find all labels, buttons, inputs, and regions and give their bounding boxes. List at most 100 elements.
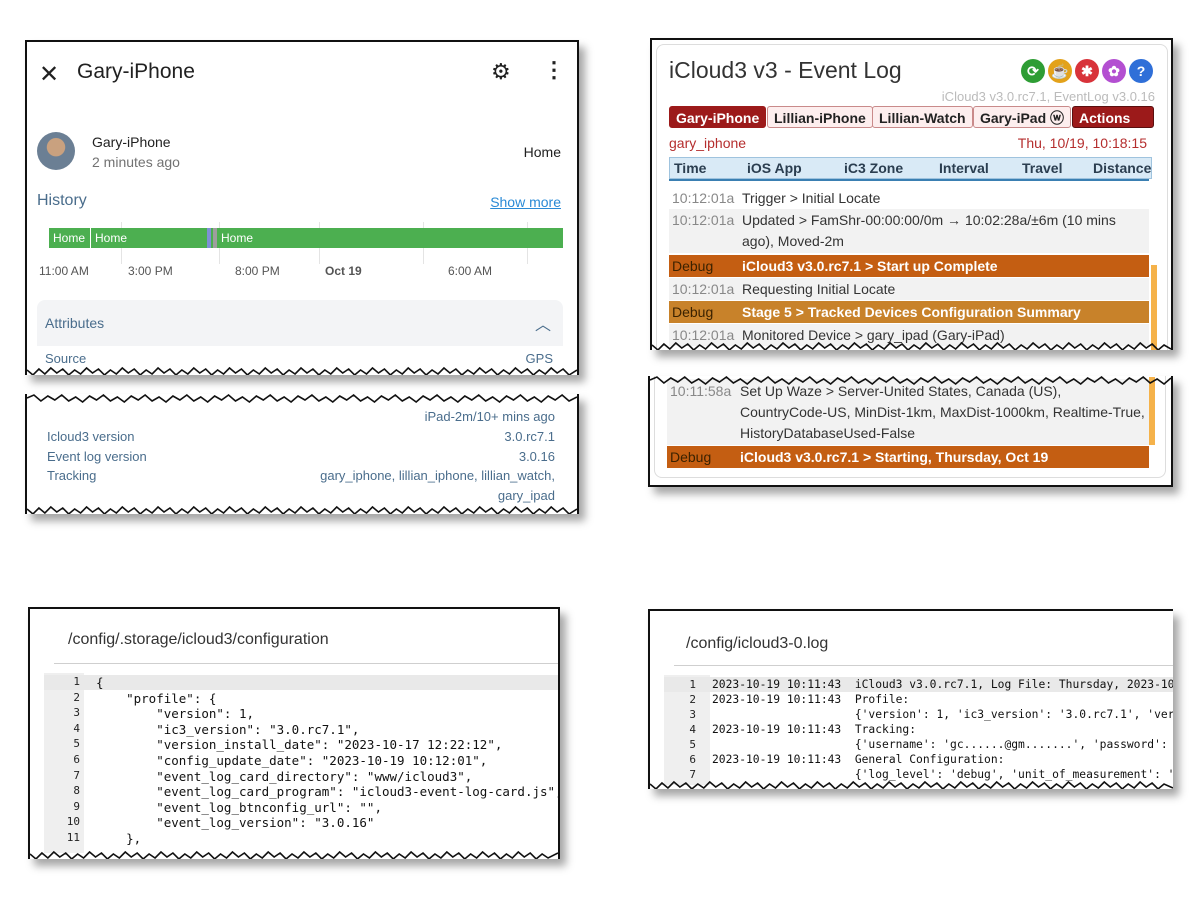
ha-attributes-continued: iPad-2m/10+ mins ago Icloud3 version 3.0… <box>25 394 579 514</box>
line-number: 5 <box>73 737 80 751</box>
event-table-header: Time iOS App iC3 Zone Interval Travel Di… <box>669 157 1152 179</box>
code-line[interactable]: "event_log_card_program": "icloud3-event… <box>96 784 558 799</box>
code-line[interactable]: "version_install_date": "2023-10-17 12:2… <box>96 737 502 752</box>
code-line[interactable]: 2023-10-19 10:11:43 Profile: <box>712 693 909 706</box>
history-timeline-bar[interactable]: Home Home Home <box>49 228 563 248</box>
timeline-segment-home[interactable]: Home <box>217 228 563 248</box>
code-line[interactable]: "event_log_btnconfig_url": "", <box>96 800 382 815</box>
code-line[interactable]: "event_log_card_directory": "www/icloud3… <box>96 769 472 784</box>
selected-device-name: gary_iphone <box>669 135 747 151</box>
line-number: 4 <box>73 721 80 735</box>
line-number: 7 <box>73 768 80 782</box>
column-header: iOS App <box>747 160 802 176</box>
line-number: 10 <box>66 815 80 829</box>
refresh-icon[interactable]: ⟳ <box>1021 59 1045 83</box>
scrollbar[interactable] <box>1149 377 1155 445</box>
event-log-card: 10:11:58a Set Up Waze > Server-United St… <box>654 376 1166 478</box>
table-row: Debug Stage 5 > Tracked Devices Configur… <box>669 301 1149 323</box>
attribute-value: 3.0.16 <box>518 449 555 464</box>
line-number: 4 <box>689 723 696 736</box>
timeline-segment-home[interactable]: Home <box>91 228 207 248</box>
event-time: Debug <box>672 258 714 274</box>
code-line[interactable]: {'username': 'gc......@gm.......', 'pass… <box>712 738 1173 751</box>
gear-icon[interactable]: ⚙ <box>491 59 511 85</box>
torn-edge <box>652 341 1171 350</box>
device-button-lillian-iphone[interactable]: Lillian-iPhone <box>767 106 873 128</box>
coffee-icon[interactable]: ☕ <box>1048 59 1072 83</box>
icloud3-event-log-card: iCloud3 v3 - Event Log ⟳ ☕ ✱ ✿ ? iCloud3… <box>650 38 1173 350</box>
line-number: 5 <box>689 738 696 751</box>
code-line[interactable]: "event_log_version": "3.0.16" <box>96 815 374 830</box>
actions-dropdown[interactable]: Actions ▼ <box>1072 106 1154 148</box>
timeline-tick: 6:00 AM <box>448 264 493 278</box>
event-time: 10:12:01a <box>672 212 735 228</box>
torn-edge <box>30 850 558 859</box>
device-button-gary-iphone[interactable]: Gary-iPhone <box>669 106 767 128</box>
attribute-label: Icloud3 version <box>47 429 135 444</box>
ha-more-info-dialog: ✕ Gary-iPhone ⚙ ⋮ Gary-iPhone 2 minutes … <box>25 40 579 375</box>
selected-device-time: Thu, 10/19, 10:18:15 <box>1017 135 1147 151</box>
event-message: iCloud3 v3.0.rc7.1 > Starting, Thursday,… <box>740 449 1049 465</box>
show-more-link[interactable]: Show more <box>490 194 561 210</box>
attribute-label: Event log version <box>47 449 147 464</box>
line-number: 6 <box>73 753 80 766</box>
event-message: Updated > FamShr-00:00:00/0m → 10:02:28a… <box>742 212 1116 249</box>
line-number: 8 <box>73 784 80 798</box>
device-button-lillian-watch[interactable]: Lillian-Watch <box>872 106 973 128</box>
code-line[interactable]: 2023-10-19 10:11:43 General Configuratio… <box>712 753 1004 766</box>
column-header: Distance <box>1093 160 1152 176</box>
close-icon[interactable]: ✕ <box>39 60 59 89</box>
table-row: 10:12:01a Updated > FamShr-00:00:00/0m →… <box>669 209 1149 253</box>
device-button-gary-ipad[interactable]: Gary-iPad ⓦ <box>973 106 1072 128</box>
timeline-segment-home[interactable]: Home <box>49 228 91 248</box>
more-vert-icon[interactable]: ⋮ <box>543 57 565 83</box>
code-line[interactable]: "profile": { <box>96 691 216 706</box>
code-line[interactable]: 2023-10-19 10:11:43 iCloud3 v3.0.rc7.1, … <box>712 678 1173 691</box>
code-line[interactable]: "config_update_date": "2023-10-19 10:12:… <box>96 753 487 768</box>
bug-icon[interactable]: ✱ <box>1075 59 1099 83</box>
chevron-up-icon[interactable]: ︿ <box>535 311 551 335</box>
log-file-editor: /config/icloud3-0.log 1 2023-10-19 10:11:… <box>648 609 1173 789</box>
scrollbar[interactable] <box>1151 265 1157 350</box>
settings-icon[interactable]: ✿ <box>1102 59 1126 83</box>
code-line[interactable]: "ic3_version": "3.0.rc7.1", <box>96 722 359 737</box>
event-time: 10:12:01a <box>672 281 735 297</box>
divider <box>674 665 1173 666</box>
torn-edge <box>27 366 577 375</box>
code-line[interactable]: { <box>96 675 104 690</box>
code-line[interactable]: 2023-10-19 10:11:43 Tracking: <box>712 723 916 736</box>
avatar <box>37 132 75 170</box>
event-message: Requesting Initial Locate <box>742 281 896 297</box>
torn-edge <box>27 505 577 514</box>
version-label: iCloud3 v3.0.rc7.1, EventLog v3.0.16 <box>941 89 1155 104</box>
column-header: iC3 Zone <box>844 160 904 176</box>
active-line-highlight <box>44 675 558 690</box>
column-header: Travel <box>1022 160 1063 176</box>
event-message: Trigger > Initial Locate <box>742 190 881 206</box>
table-row: 10:12:01a Requesting Initial Locate <box>669 278 1149 300</box>
divider <box>54 663 558 664</box>
column-header: Time <box>674 160 707 176</box>
torn-edge <box>650 780 1173 789</box>
attributes-heading: Attributes <box>45 315 105 331</box>
event-log-card: iCloud3 v3 - Event Log ⟳ ☕ ✱ ✿ ? iCloud3… <box>656 44 1168 350</box>
attributes-expander[interactable]: Attributes ︿ Source GPS <box>37 300 563 375</box>
event-time: Debug <box>670 449 712 465</box>
table-row: Debug iCloud3 v3.0.rc7.1 > Start up Comp… <box>669 255 1149 277</box>
timeline-segment-away[interactable] <box>207 228 211 248</box>
line-number: 1 <box>689 678 696 691</box>
line-number: 11 <box>66 831 80 844</box>
code-line[interactable]: "version": 1, <box>96 706 254 721</box>
line-number: 2 <box>73 690 80 704</box>
code-line[interactable]: }, <box>96 831 141 846</box>
line-number: 9 <box>73 799 80 813</box>
attribute-value: gary_iphone, lillian_iphone, lillian_wat… <box>320 468 555 483</box>
file-path: /config/.storage/icloud3/configuration <box>68 631 329 648</box>
code-line[interactable]: {'version': 1, 'ic3_version': '3.0.rc7.1… <box>712 708 1173 721</box>
line-number: 1 <box>73 675 80 688</box>
attribute-label: Tracking <box>47 468 97 483</box>
help-icon[interactable]: ? <box>1129 59 1153 83</box>
line-number: 3 <box>73 706 80 720</box>
event-message: iCloud3 v3.0.rc7.1 > Start up Complete <box>742 258 998 274</box>
event-message: Set Up Waze > Server-United States, Cana… <box>740 383 1145 441</box>
